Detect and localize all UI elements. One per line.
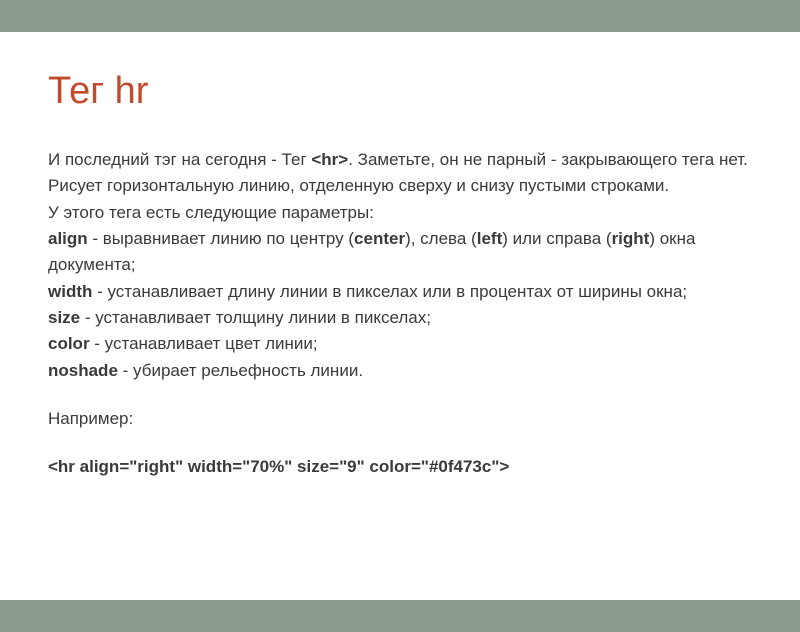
slide: Тег hr И последний тэг на сегодня - Тег … <box>0 32 800 600</box>
paragraph-desc: Рисует горизонтальную линию, отделенную … <box>48 173 752 199</box>
param-color: color - устанавливает цвет линии; <box>48 331 752 357</box>
tag-hr: <hr> <box>311 150 348 169</box>
text: ), слева ( <box>405 229 477 248</box>
param-name: color <box>48 334 90 353</box>
text: . Заметьте, он не парный - закрывающего … <box>348 150 748 169</box>
text: - выравнивает линию по центру ( <box>88 229 354 248</box>
text: - устанавливает длину линии в пикселах и… <box>92 282 687 301</box>
value-left: left <box>477 229 503 248</box>
param-width: width - устанавливает длину линии в пикс… <box>48 279 752 305</box>
param-align: align - выравнивает линию по центру (cen… <box>48 226 752 279</box>
param-size: size - устанавливает толщину линии в пик… <box>48 305 752 331</box>
example-code: <hr align="right" width="70%" size="9" c… <box>48 454 752 480</box>
text: - убирает рельефность линии. <box>118 361 363 380</box>
paragraph-intro: И последний тэг на сегодня - Тег <hr>. З… <box>48 147 752 173</box>
paragraph-params-intro: У этого тега есть следующие параметры: <box>48 200 752 226</box>
slide-content: И последний тэг на сегодня - Тег <hr>. З… <box>48 147 752 481</box>
value-right: right <box>612 229 650 248</box>
text: - устанавливает цвет линии; <box>90 334 318 353</box>
slide-title: Тег hr <box>48 70 752 113</box>
param-noshade: noshade - убирает рельефность линии. <box>48 358 752 384</box>
param-name: width <box>48 282 92 301</box>
text: - устанавливает толщину линии в пикселах… <box>80 308 431 327</box>
value-center: center <box>354 229 405 248</box>
text: И последний тэг на сегодня - Тег <box>48 150 311 169</box>
param-name: noshade <box>48 361 118 380</box>
param-name: align <box>48 229 88 248</box>
example-label: Например: <box>48 406 752 432</box>
param-name: size <box>48 308 80 327</box>
text: ) или справа ( <box>502 229 611 248</box>
